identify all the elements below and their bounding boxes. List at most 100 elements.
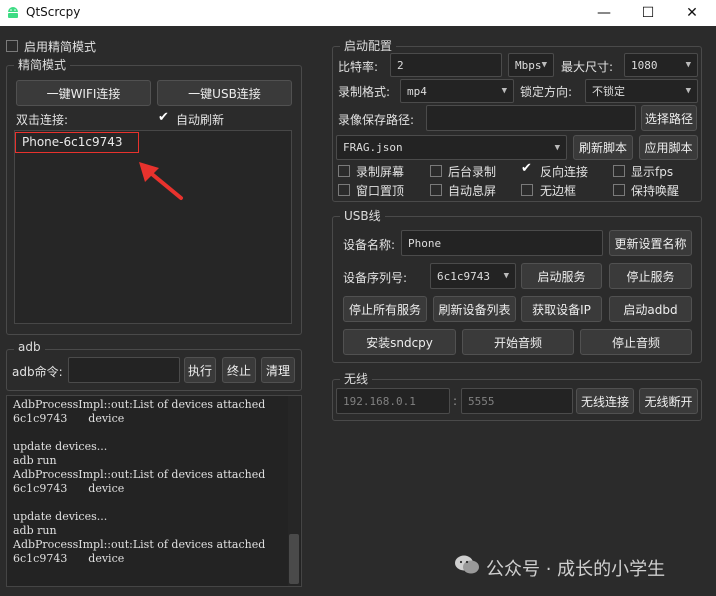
- usb-group-title: USB线: [340, 207, 385, 224]
- log-line: AdbProcessImpl::out:List of devices atta…: [13, 538, 266, 551]
- auto-screen-off-checkbox[interactable]: [430, 184, 442, 196]
- adb-command-input[interactable]: [68, 357, 180, 383]
- log-line: 6c1c9743 device: [13, 552, 125, 565]
- stop-service-button[interactable]: 停止服务: [609, 263, 692, 289]
- start-audio-button[interactable]: 开始音频: [462, 329, 574, 355]
- maximize-icon: ☐: [641, 5, 655, 21]
- watermark-text: 公众号 · 成长的小学生: [486, 559, 666, 580]
- always-on-top-label: 窗口置顶: [356, 184, 405, 198]
- chevron-down-icon: ▼: [503, 271, 509, 281]
- record-format-label: 录制格式:: [338, 85, 391, 99]
- close-button[interactable]: ✕: [670, 0, 714, 26]
- record-format-value: mp4: [407, 84, 427, 98]
- log-line: adb run: [13, 454, 57, 467]
- bitrate-unit-value: Mbps: [515, 58, 542, 72]
- always-on-top-checkbox[interactable]: [338, 184, 350, 196]
- wifi-connect-button[interactable]: 一键WIFI连接: [16, 80, 151, 106]
- wireless-disconnect-button[interactable]: 无线断开: [639, 388, 698, 414]
- apply-script-button[interactable]: 应用脚本: [639, 135, 698, 160]
- chevron-down-icon: ▼: [501, 86, 507, 96]
- terminate-button[interactable]: 终止: [222, 357, 256, 383]
- choose-path-button[interactable]: 选择路径: [641, 105, 697, 131]
- bitrate-unit-select[interactable]: Mbps ▼: [508, 53, 554, 77]
- auto-refresh-label: 自动刷新: [176, 113, 225, 127]
- record-screen-label: 录制屏幕: [356, 165, 405, 179]
- log-line: adb run: [13, 524, 57, 537]
- log-line: update devices...: [13, 510, 108, 523]
- frameless-label: 无边框: [540, 184, 577, 198]
- clear-button[interactable]: 清理: [261, 357, 295, 383]
- wechat-icon: [455, 555, 479, 574]
- lock-direction-label: 锁定方向:: [520, 85, 573, 99]
- device-list-item[interactable]: Phone-6c1c9743: [22, 135, 123, 149]
- ip-port-separator: :: [453, 394, 458, 408]
- max-size-label: 最大尺寸:: [561, 60, 614, 74]
- bitrate-input[interactable]: 2: [390, 53, 502, 77]
- log-line: AdbProcessImpl::out:List of devices atta…: [13, 468, 266, 481]
- wireless-group-title: 无线: [340, 370, 373, 387]
- chevron-down-icon: ▼: [554, 142, 560, 153]
- start-service-button[interactable]: 启动服务: [521, 263, 602, 289]
- maximize-button[interactable]: ☐: [626, 0, 670, 26]
- lock-direction-select[interactable]: 不锁定 ▼: [585, 79, 698, 103]
- record-screen-checkbox[interactable]: [338, 165, 350, 177]
- adb-command-label: adb命令:: [12, 365, 63, 379]
- refresh-script-button[interactable]: 刷新脚本: [573, 135, 633, 160]
- device-name-label: 设备名称:: [343, 238, 396, 252]
- wireless-connect-button[interactable]: 无线连接: [576, 388, 634, 414]
- usb-connect-button[interactable]: 一键USB连接: [157, 80, 292, 106]
- save-path-input[interactable]: [426, 105, 636, 131]
- double-click-label: 双击连接:: [16, 113, 69, 127]
- annotation-arrow-icon: [139, 162, 183, 200]
- record-format-select[interactable]: mp4 ▼: [400, 79, 514, 103]
- simple-mode-label: 启用精简模式: [24, 40, 97, 54]
- show-fps-label: 显示fps: [631, 165, 674, 179]
- log-scrollbar-thumb[interactable]: [289, 534, 299, 584]
- get-device-ip-button[interactable]: 获取设备IP: [521, 296, 602, 322]
- minimize-icon: —: [597, 5, 611, 21]
- serial-label: 设备序列号:: [343, 271, 408, 285]
- log-line: update devices...: [13, 440, 108, 453]
- update-name-button[interactable]: 更新设置名称: [609, 230, 692, 256]
- reverse-connect-label: 反向连接: [540, 165, 589, 179]
- stay-awake-label: 保持唤醒: [631, 184, 680, 198]
- chevron-down-icon: ▼: [685, 86, 691, 96]
- refresh-devices-button[interactable]: 刷新设备列表: [433, 296, 516, 322]
- script-select[interactable]: FRAG.json ▼: [336, 135, 567, 160]
- log-line: AdbProcessImpl::out:List of devices atta…: [13, 398, 266, 411]
- simple-mode-checkbox[interactable]: [6, 40, 18, 52]
- max-size-value: 1080: [631, 58, 658, 72]
- start-adbd-button[interactable]: 启动adbd: [609, 296, 692, 322]
- lock-direction-value: 不锁定: [592, 85, 625, 98]
- install-sndcpy-button[interactable]: 安装sndcpy: [343, 329, 456, 355]
- android-app-icon: [8, 7, 18, 18]
- serial-select[interactable]: 6c1c9743 ▼: [430, 263, 516, 289]
- reverse-connect-check-icon[interactable]: ✔: [521, 161, 532, 176]
- background-record-checkbox[interactable]: [430, 165, 442, 177]
- stay-awake-checkbox[interactable]: [613, 184, 625, 196]
- save-path-label: 录像保存路径:: [338, 113, 415, 127]
- minimize-button[interactable]: —: [582, 0, 626, 26]
- max-size-select[interactable]: 1080 ▼: [624, 53, 698, 77]
- log-line: 6c1c9743 device: [13, 482, 125, 495]
- show-fps-checkbox[interactable]: [613, 165, 625, 177]
- stop-all-services-button[interactable]: 停止所有服务: [343, 296, 427, 322]
- stop-audio-button[interactable]: 停止音频: [580, 329, 692, 355]
- chevron-down-icon: ▼: [685, 60, 691, 70]
- frameless-checkbox[interactable]: [521, 184, 533, 196]
- device-name-input[interactable]: Phone: [401, 230, 603, 256]
- background-record-label: 后台录制: [448, 165, 497, 179]
- adb-log-output[interactable]: AdbProcessImpl::out:List of devices atta…: [6, 395, 302, 587]
- window-title: QtScrcpy: [26, 5, 81, 19]
- start-config-group-title: 启动配置: [340, 37, 397, 54]
- execute-button[interactable]: 执行: [184, 357, 216, 383]
- simple-mode-group-title: 精简模式: [14, 56, 71, 73]
- auto-refresh-check-icon[interactable]: ✔: [158, 110, 169, 125]
- title-bar: QtScrcpy — ☐ ✕: [0, 0, 716, 26]
- ip-input[interactable]: 192.168.0.1: [336, 388, 450, 414]
- log-line: 6c1c9743 device: [13, 412, 125, 425]
- port-input[interactable]: 5555: [461, 388, 573, 414]
- close-icon: ✕: [686, 5, 698, 21]
